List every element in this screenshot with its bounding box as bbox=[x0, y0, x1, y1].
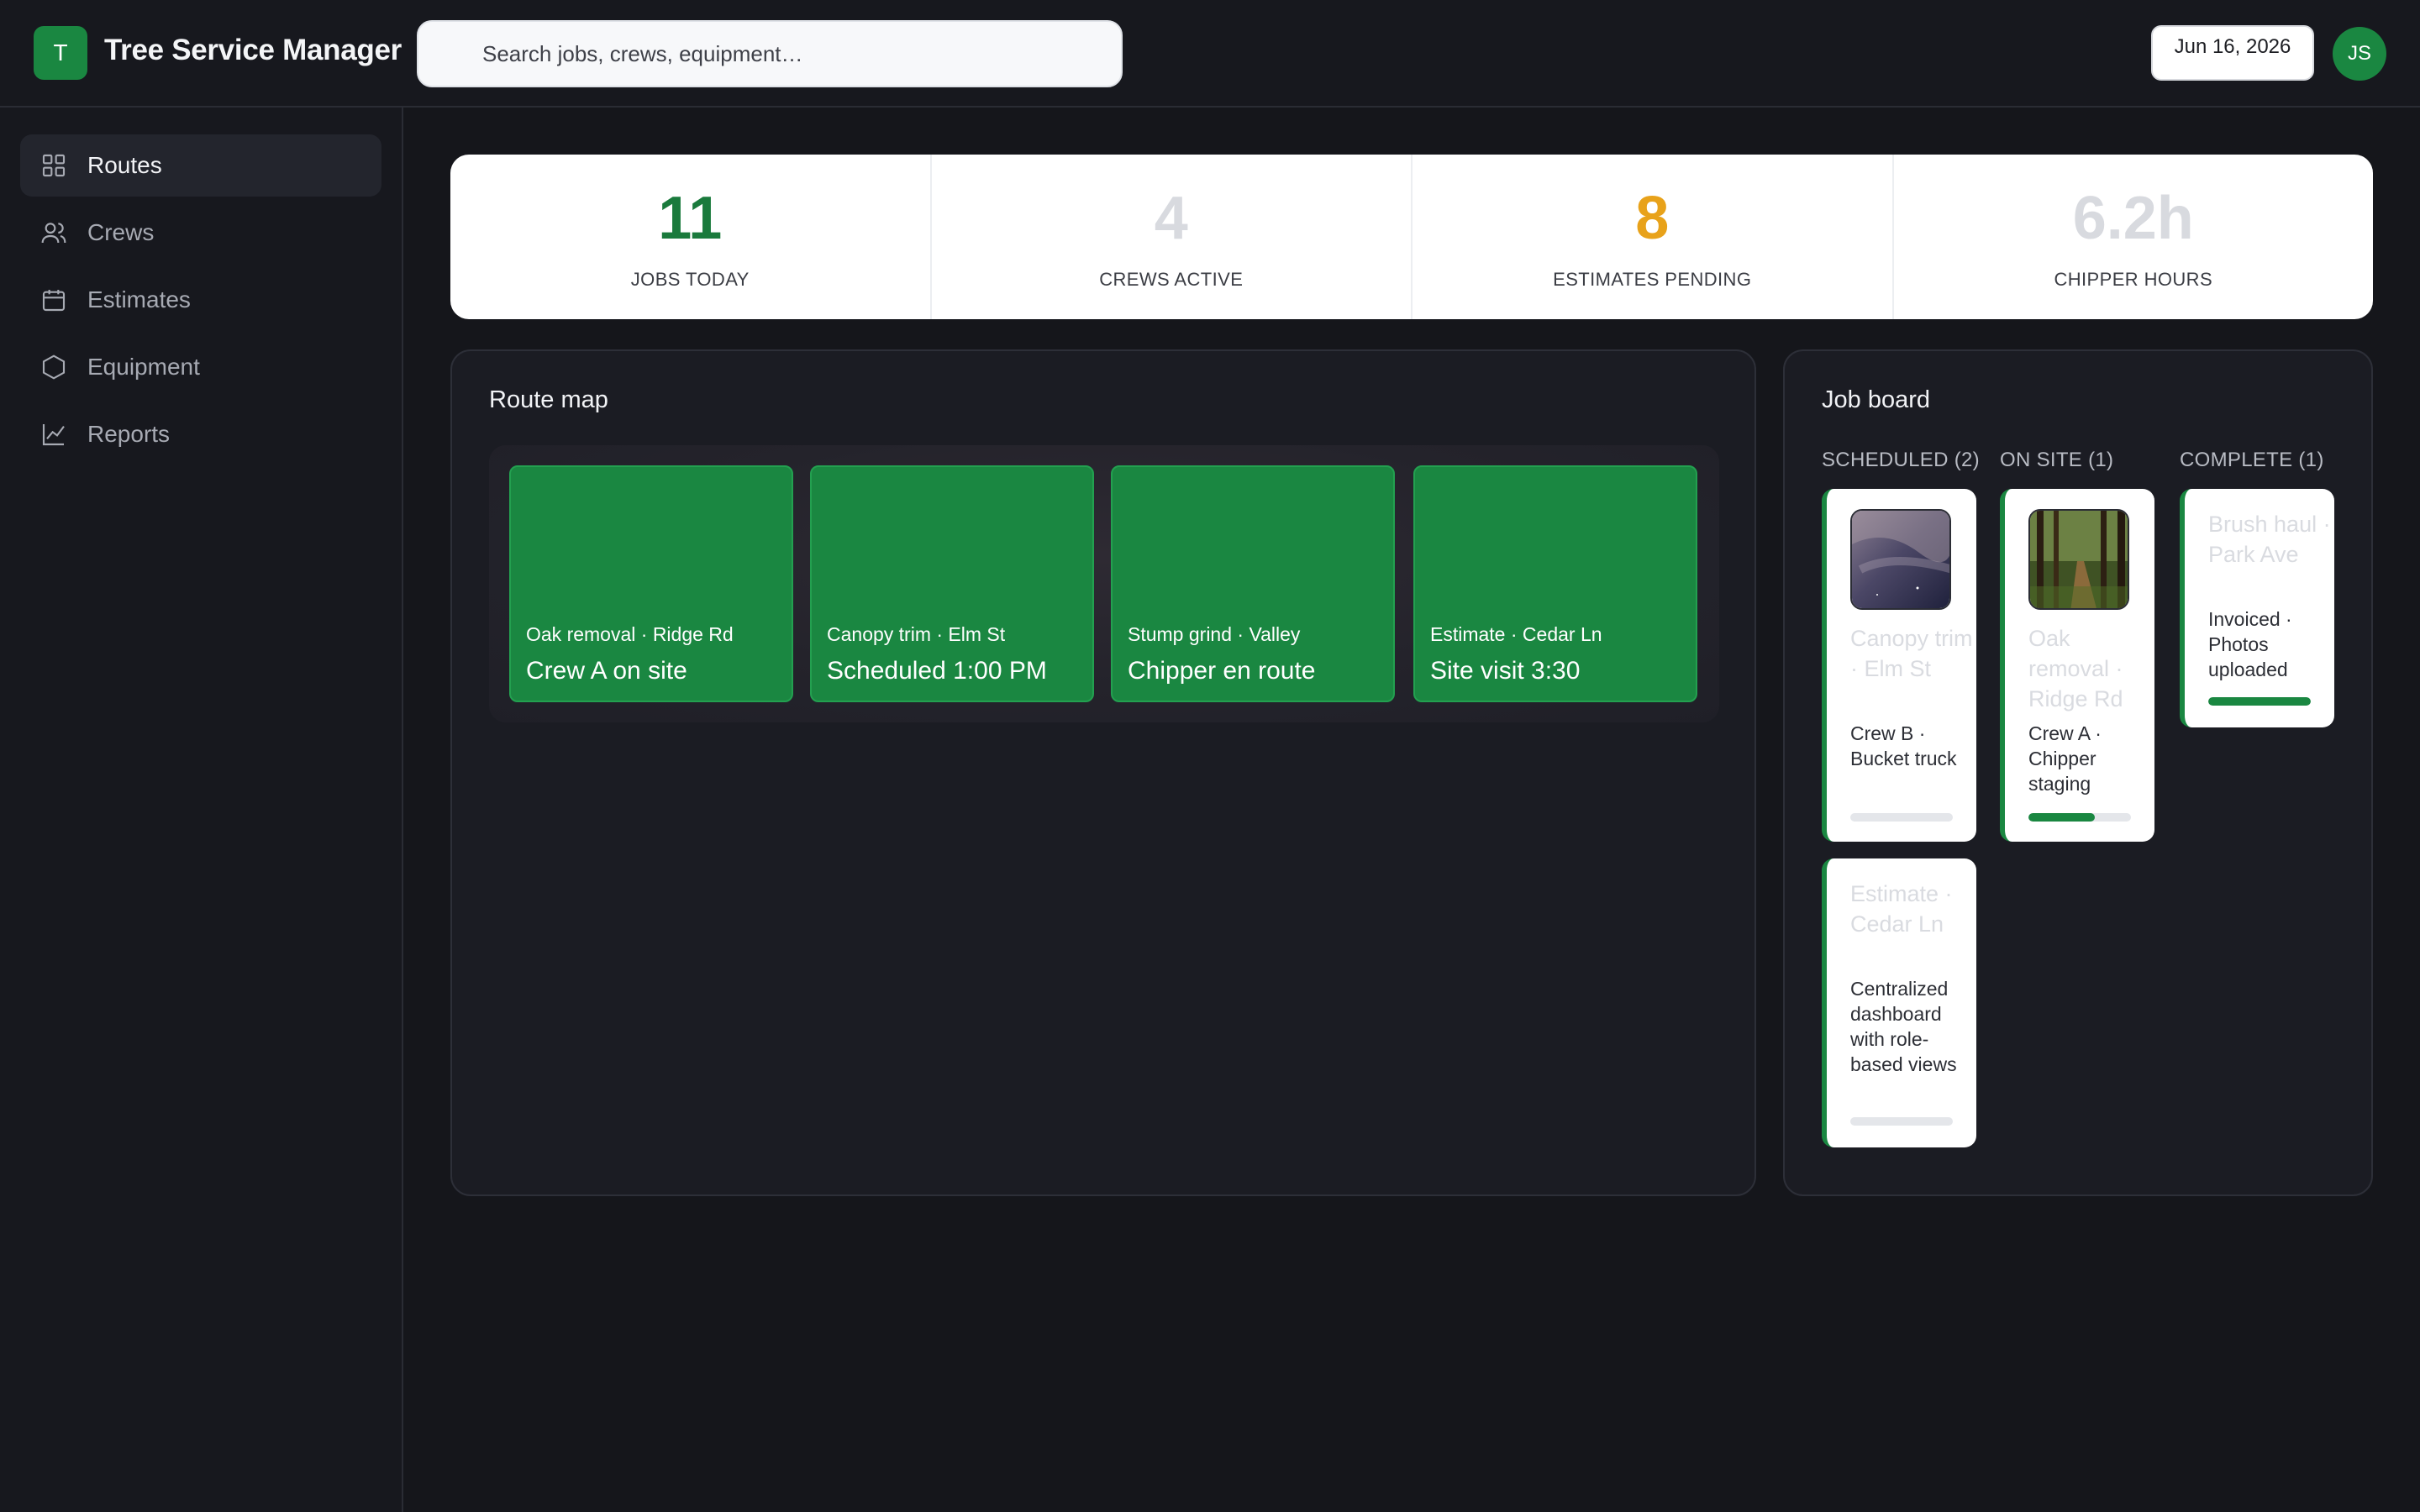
sidebar: Routes Crews Estimates Equipment Reports bbox=[0, 108, 403, 1512]
stat-estimates-pending: 8 ESTIMATES PENDING bbox=[1413, 155, 1894, 319]
job-progress-fill bbox=[2028, 813, 2096, 822]
job-card[interactable]: Oak removal · Ridge Rd Crew A · Chipper … bbox=[2000, 489, 2154, 842]
route-card-subtitle: Stump grind · Valley bbox=[1128, 623, 1301, 645]
search-bar[interactable] bbox=[417, 20, 1123, 87]
job-card[interactable]: Estimate · Cedar Ln Centralized dashboar… bbox=[1822, 858, 1976, 1147]
job-card-description: Crew B · Bucket truck bbox=[1850, 722, 1957, 769]
sidebar-item-equipment[interactable]: Equipment bbox=[20, 336, 381, 398]
users-icon bbox=[41, 223, 66, 244]
user-avatar[interactable]: JS bbox=[2333, 27, 2386, 81]
stat-value: 8 bbox=[1635, 185, 1670, 252]
stat-label: JOBS TODAY bbox=[630, 269, 750, 290]
job-card-title: Brush haul · Park Ave bbox=[2208, 512, 2331, 567]
top-bar: T Tree Service Manager Jun 16, 2026 JS bbox=[0, 0, 2420, 108]
route-card[interactable]: Stump grind · Valley Chipper en route bbox=[1111, 465, 1395, 702]
sidebar-item-routes[interactable]: Routes bbox=[20, 134, 381, 197]
stats-bar: 11 JOBS TODAY 4 CREWS ACTIVE 8 ESTIMATES… bbox=[450, 155, 2373, 319]
stat-chipper-hours: 6.2h CHIPPER HOURS bbox=[1894, 155, 2374, 319]
column-heading-scheduled: SCHEDULED (2) bbox=[1822, 449, 1980, 471]
calendar-icon bbox=[42, 290, 66, 312]
search-icon bbox=[446, 46, 466, 66]
route-map-panel: Route map Oak removal · Ridge Rd Crew A … bbox=[450, 349, 1756, 1196]
stat-value: 4 bbox=[1154, 185, 1188, 252]
job-thumbnail bbox=[1850, 509, 1951, 610]
job-progress-fill bbox=[2208, 697, 2311, 706]
route-map-strip: Oak removal · Ridge Rd Crew A on site Ca… bbox=[489, 445, 1719, 722]
app-logo[interactable]: T bbox=[34, 26, 87, 80]
app-title: Tree Service Manager bbox=[104, 34, 402, 66]
column-heading-on-site: ON SITE (1) bbox=[2000, 449, 2114, 471]
route-card[interactable]: Canopy trim · Elm St Scheduled 1:00 PM bbox=[810, 465, 1094, 702]
route-card-status: Site visit 3:30 bbox=[1430, 657, 1581, 685]
stat-value: 6.2h bbox=[2072, 185, 2194, 252]
route-card-status: Crew A on site bbox=[526, 657, 687, 685]
sidebar-item-label: Crews bbox=[87, 219, 155, 245]
sidebar-item-crews[interactable]: Crews bbox=[20, 202, 381, 264]
job-thumbnail bbox=[2028, 509, 2129, 610]
grid-icon bbox=[42, 154, 66, 177]
route-card-subtitle: Canopy trim · Elm St bbox=[827, 623, 1006, 645]
job-card-description: Centralized dashboard with role-based vi… bbox=[1850, 978, 1957, 1075]
route-card-subtitle: Estimate · Cedar Ln bbox=[1430, 623, 1602, 645]
night-sky-image bbox=[1852, 511, 1949, 608]
stat-label: ESTIMATES PENDING bbox=[1553, 269, 1752, 290]
sidebar-item-label: Estimates bbox=[87, 286, 191, 312]
stat-label: CHIPPER HOURS bbox=[2054, 269, 2213, 290]
hexagon-icon bbox=[42, 354, 66, 380]
route-card[interactable]: Oak removal · Ridge Rd Crew A on site bbox=[509, 465, 793, 702]
route-card-status: Scheduled 1:00 PM bbox=[827, 657, 1047, 685]
route-card-subtitle: Oak removal · Ridge Rd bbox=[526, 623, 734, 645]
job-progress-bar bbox=[1850, 813, 1953, 822]
sidebar-item-label: Routes bbox=[87, 152, 162, 178]
job-card-description: Crew A · Chipper staging bbox=[2028, 722, 2102, 795]
job-card[interactable]: Brush haul · Park Ave Invoiced · Photos … bbox=[2180, 489, 2334, 727]
route-card-status: Chipper en route bbox=[1128, 657, 1316, 685]
job-board-title: Job board bbox=[1822, 386, 1930, 413]
column-heading-complete: COMPLETE (1) bbox=[2180, 449, 2324, 471]
job-progress-bar bbox=[2028, 813, 2131, 822]
job-progress-bar bbox=[1850, 1117, 1953, 1126]
sidebar-item-reports[interactable]: Reports bbox=[20, 403, 381, 465]
route-card[interactable]: Estimate · Cedar Ln Site visit 3:30 bbox=[1413, 465, 1697, 702]
forest-path-image bbox=[2030, 511, 2128, 608]
job-card-title: Oak removal · Ridge Rd bbox=[2028, 626, 2123, 711]
date-selector[interactable]: Jun 16, 2026 bbox=[2151, 25, 2314, 81]
chart-line-icon bbox=[42, 424, 65, 446]
sidebar-item-estimates[interactable]: Estimates bbox=[20, 269, 381, 331]
job-board-panel: Job board SCHEDULED (2) ON SITE (1) COMP… bbox=[1783, 349, 2373, 1196]
job-card-title: Estimate · Cedar Ln bbox=[1850, 881, 1953, 937]
stat-value: 11 bbox=[658, 185, 723, 252]
job-card-description: Invoiced · Photos uploaded bbox=[2208, 608, 2292, 680]
job-card-title: Canopy trim · Elm St bbox=[1850, 626, 1973, 681]
stat-label: CREWS ACTIVE bbox=[1099, 269, 1244, 290]
sidebar-item-label: Equipment bbox=[87, 354, 200, 380]
job-card[interactable]: Canopy trim · Elm St Crew B · Bucket tru… bbox=[1822, 489, 1976, 842]
job-progress-bar bbox=[2208, 697, 2311, 706]
route-map-title: Route map bbox=[489, 386, 608, 413]
stat-crews-active: 4 CREWS ACTIVE bbox=[932, 155, 1413, 319]
sidebar-item-label: Reports bbox=[87, 421, 171, 447]
stat-jobs-today: 11 JOBS TODAY bbox=[450, 155, 932, 319]
search-input[interactable] bbox=[482, 40, 1121, 67]
